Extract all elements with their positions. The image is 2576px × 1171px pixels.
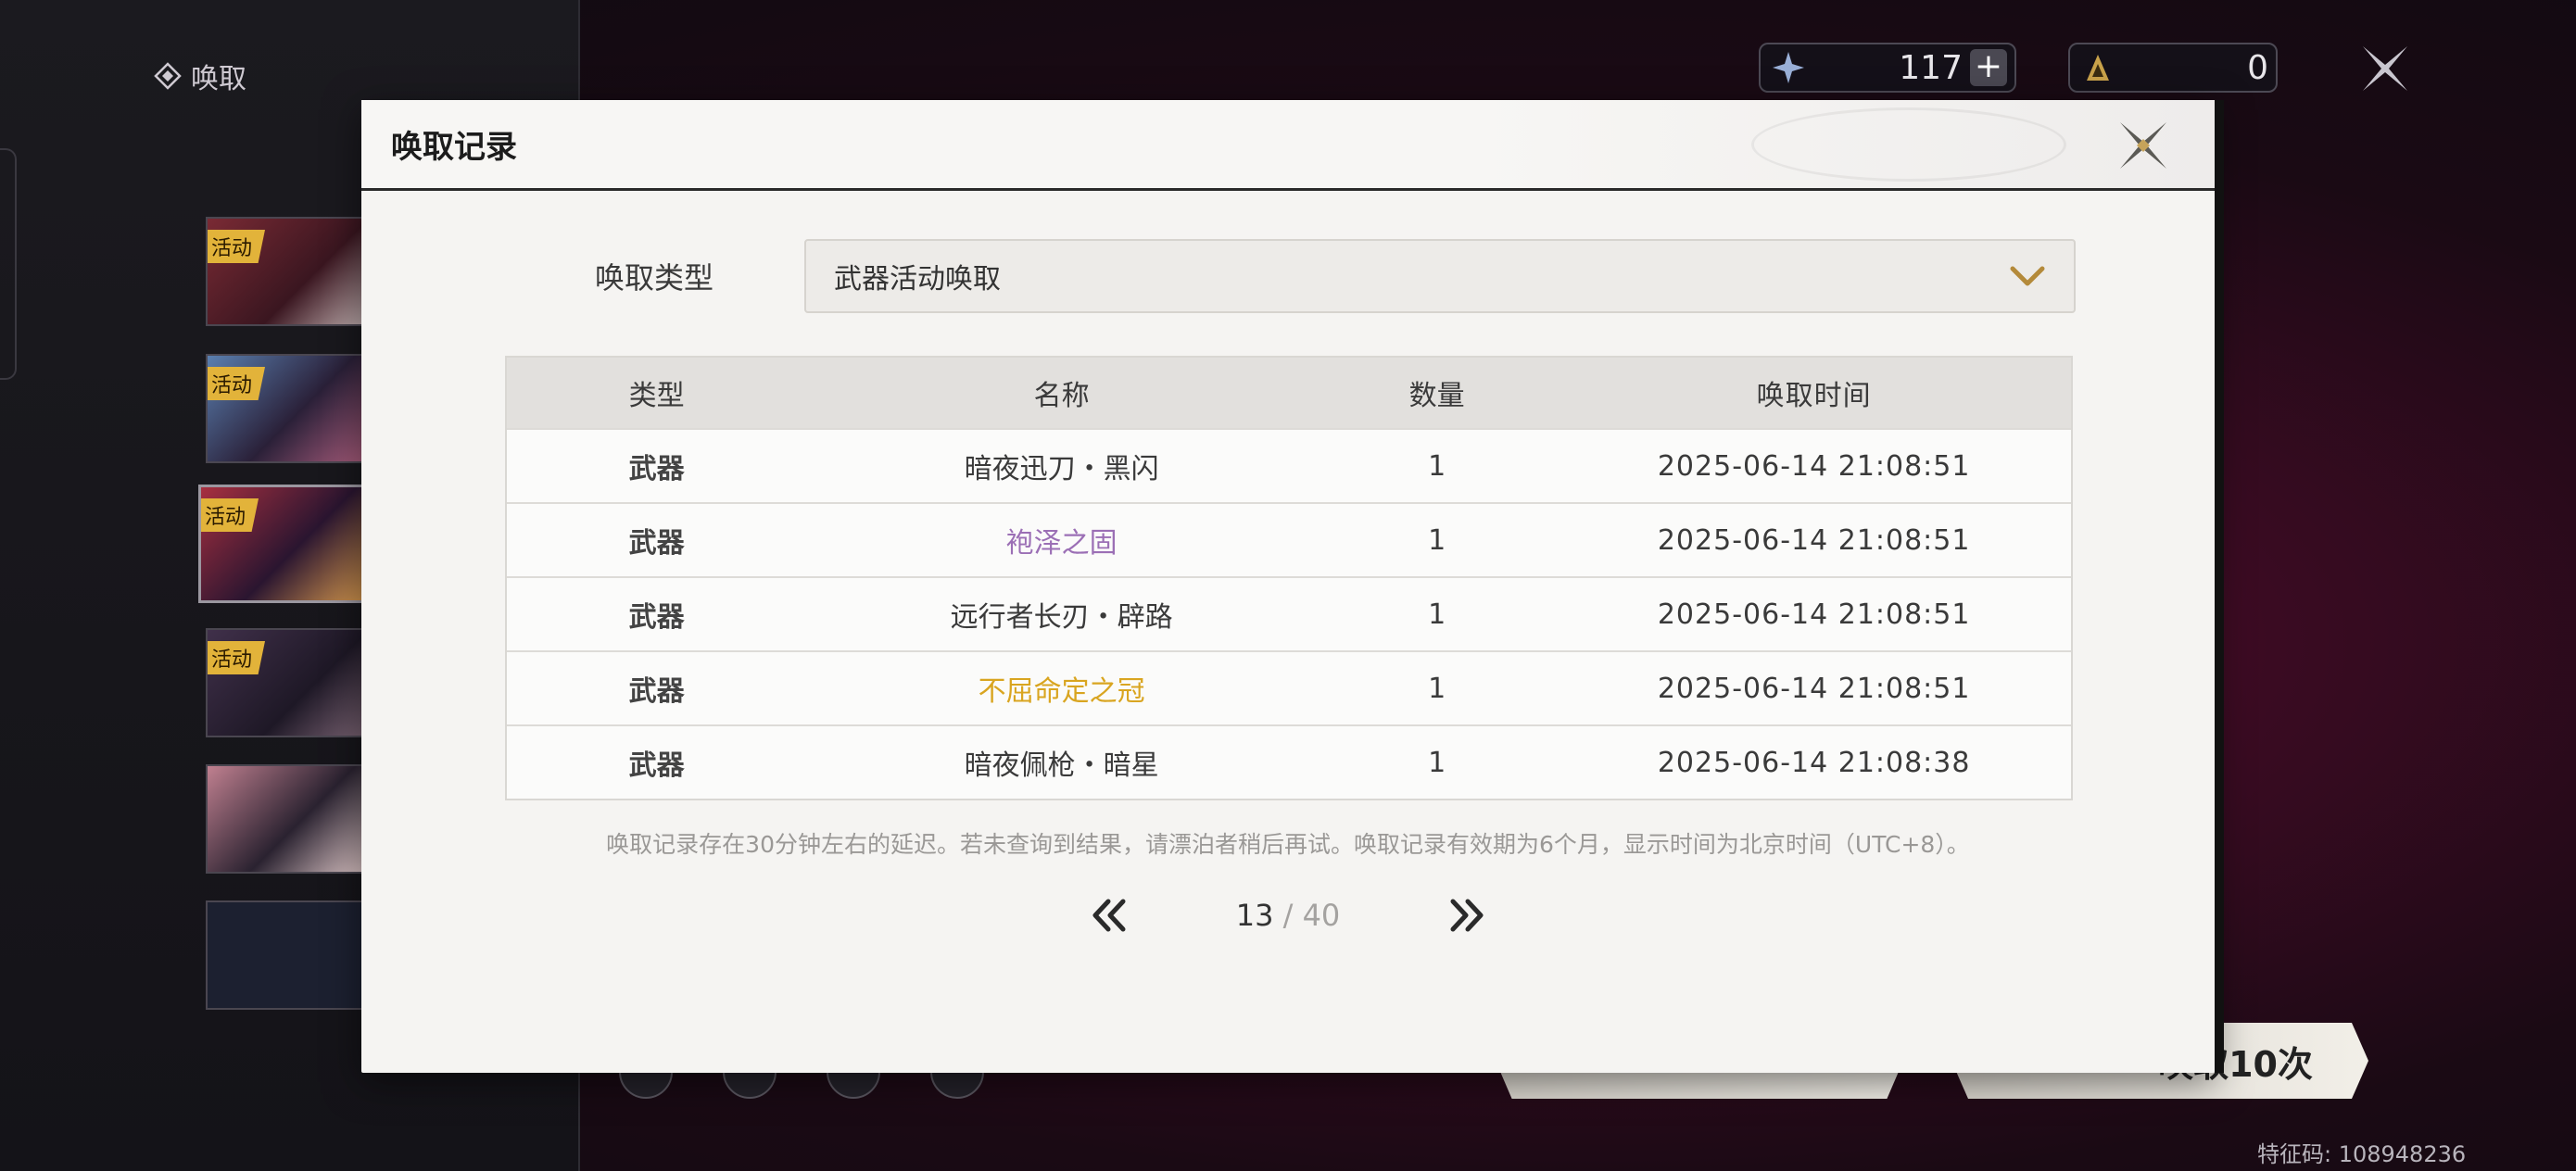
banner-item-5[interactable] <box>206 764 373 874</box>
row-item-name: 暗夜佩枪・暗星 <box>964 749 1159 782</box>
currency-astrite-value: 117 <box>1899 48 1963 87</box>
table-row: 武器 暗夜迅刀・黑闪 1 2025-06-14 21:08:51 <box>507 428 2071 502</box>
row-time: 2025-06-14 21:08:51 <box>1657 523 1971 557</box>
page-indicator: 13 / 40 <box>1130 898 1446 933</box>
close-icon[interactable] <box>2115 117 2172 174</box>
row-item-name: 远行者长刃・辟路 <box>950 601 1173 634</box>
convene-type-filter: 唤取类型 武器活动唤取 <box>595 239 2076 313</box>
currency-tide: 0 <box>2068 43 2278 93</box>
row-count: 1 <box>1428 746 1446 779</box>
currency-tide-value: 0 <box>2247 48 2268 87</box>
row-type: 武器 <box>628 601 685 634</box>
convene-history-dialog: 唤取记录 唤取类型 武器活动唤取 类型 名称 数量 唤取时间 武器 暗夜迅刀・黑… <box>361 100 2224 1073</box>
row-item-name: 暗夜迅刀・黑闪 <box>964 453 1159 485</box>
row-item-name: 不屈命定之冠 <box>978 675 1145 708</box>
column-header-count: 数量 <box>1408 380 1465 412</box>
row-time: 2025-06-14 21:08:51 <box>1657 672 1971 705</box>
pagination: 13 / 40 <box>361 888 2215 943</box>
convene-type-dropdown[interactable]: 武器活动唤取 <box>804 239 2076 313</box>
header-decoration <box>1751 107 2066 182</box>
total-pages: 40 <box>1302 898 1341 933</box>
table-row: 武器 袍泽之固 1 2025-06-14 21:08:51 <box>507 502 2071 576</box>
event-tag: 活动 <box>208 641 266 674</box>
table-row: 武器 暗夜佩枪・暗星 1 2025-06-14 21:08:38 <box>507 724 2071 799</box>
row-count: 1 <box>1428 449 1446 483</box>
event-tag: 活动 <box>201 498 259 532</box>
delay-notice: 唤取记录存在30分钟左右的延迟。若未查询到结果，请漂泊者稍后再试。唤取记录有效期… <box>606 831 1970 858</box>
star-gem-icon <box>1773 52 1804 83</box>
event-tag: 活动 <box>208 230 266 263</box>
banner-item-2[interactable]: 活动 <box>206 354 373 463</box>
row-time: 2025-06-14 21:08:51 <box>1657 598 1971 631</box>
banner-item-4[interactable]: 活动 <box>206 628 373 737</box>
banner-item-3-selected[interactable]: 活动 <box>198 485 374 603</box>
convene-icon <box>154 62 182 90</box>
event-tag: 活动 <box>208 367 266 400</box>
row-type: 武器 <box>628 749 685 782</box>
dialog-edge <box>2215 100 2224 1073</box>
close-icon[interactable] <box>2357 41 2413 96</box>
left-edge-handle <box>0 148 17 380</box>
row-time: 2025-06-14 21:08:51 <box>1657 449 1971 483</box>
row-count: 1 <box>1428 672 1446 705</box>
current-page: 13 <box>1235 898 1274 933</box>
previous-page-icon[interactable] <box>1086 896 1130 935</box>
banner-item-6[interactable] <box>206 900 373 1010</box>
row-time: 2025-06-14 21:08:38 <box>1657 746 1971 779</box>
row-item-name: 袍泽之固 <box>1005 527 1118 560</box>
tide-token-icon <box>2087 55 2109 81</box>
row-count: 1 <box>1428 598 1446 631</box>
banner-item-1[interactable]: 活动 <box>206 217 373 326</box>
chevron-down-icon <box>2010 266 2045 286</box>
add-currency-button[interactable]: + <box>1970 49 2007 86</box>
next-page-icon[interactable] <box>1446 896 1490 935</box>
dialog-header: 唤取记录 <box>361 100 2215 191</box>
column-header-name: 名称 <box>1033 380 1090 412</box>
row-type: 武器 <box>628 527 685 560</box>
table-header: 类型 名称 数量 唤取时间 <box>507 358 2071 428</box>
table-row: 武器 不屈命定之冠 1 2025-06-14 21:08:51 <box>507 650 2071 724</box>
section-title: 唤取 <box>154 56 246 96</box>
feature-code: 特征码: 108948236 <box>2257 1141 2467 1167</box>
row-count: 1 <box>1428 523 1446 557</box>
column-header-time: 唤取时间 <box>1756 380 1872 412</box>
table-row: 武器 远行者长刃・辟路 1 2025-06-14 21:08:51 <box>507 576 2071 650</box>
dialog-title: 唤取记录 <box>391 129 517 166</box>
page-separator: / <box>1273 898 1303 933</box>
history-table: 类型 名称 数量 唤取时间 武器 暗夜迅刀・黑闪 1 2025-06-14 21… <box>505 356 2073 800</box>
row-type: 武器 <box>628 453 685 485</box>
dropdown-selected-value: 武器活动唤取 <box>834 263 1001 296</box>
filter-label: 唤取类型 <box>595 260 714 296</box>
currency-astrite: 117 + <box>1759 43 2016 93</box>
column-header-type: 类型 <box>628 380 685 412</box>
section-title-label: 唤取 <box>191 63 246 95</box>
row-type: 武器 <box>628 675 685 708</box>
